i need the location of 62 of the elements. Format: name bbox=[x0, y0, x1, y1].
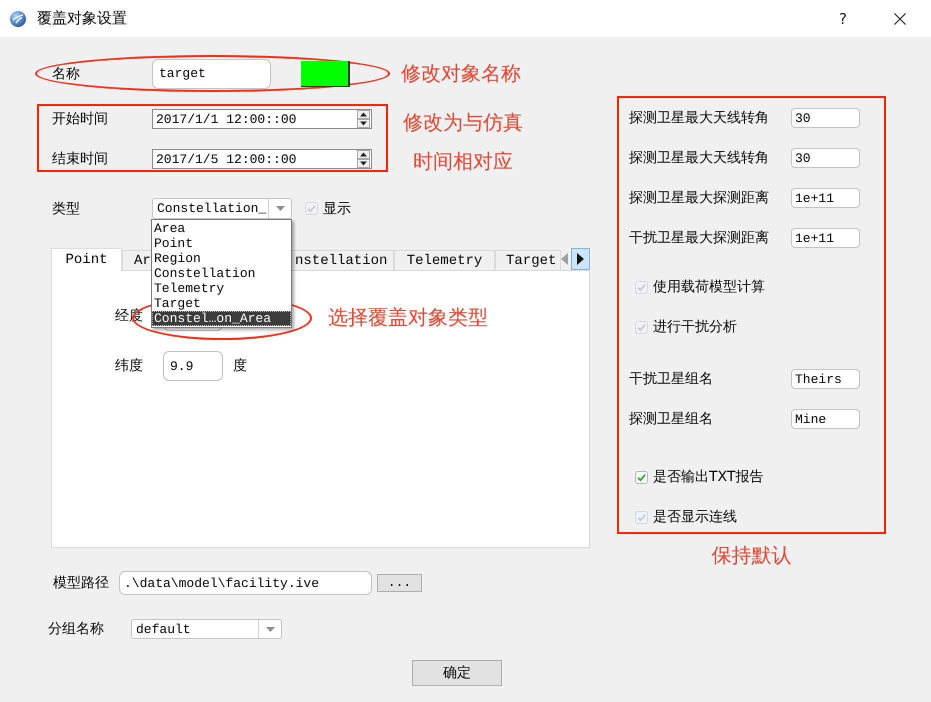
browse-button[interactable]: ... bbox=[377, 574, 422, 592]
checkbox-label: 是否输出TXT报告 bbox=[653, 468, 764, 486]
spin-arrows-icon[interactable] bbox=[357, 150, 370, 168]
field-label: 探测卫星最大天线转角 bbox=[629, 109, 770, 127]
annotation-text: 修改为与仿真时间相对应 bbox=[402, 109, 524, 175]
globe-icon bbox=[10, 10, 26, 26]
close-icon[interactable] bbox=[894, 12, 906, 24]
value-input[interactable]: 30 bbox=[791, 108, 860, 128]
value-input[interactable]: Mine bbox=[791, 409, 860, 429]
dropdown-option[interactable]: Target bbox=[152, 296, 291, 311]
tab[interactable]: nstellation bbox=[292, 250, 394, 270]
coordinate-input[interactable]: 9.9 bbox=[163, 351, 223, 381]
group-name-label: 分组名称 bbox=[48, 620, 105, 638]
dropdown-option[interactable]: Point bbox=[152, 236, 291, 251]
coordinate-label: 纬度 bbox=[115, 357, 144, 375]
model-path-label: 模型路径 bbox=[53, 574, 110, 592]
caret-down-icon[interactable] bbox=[266, 626, 274, 632]
dropdown-option[interactable]: Telemetry bbox=[152, 281, 291, 296]
type-label: 类型 bbox=[52, 200, 81, 218]
time-label: 开始时间 bbox=[52, 110, 109, 128]
checkbox-label: 是否显示连线 bbox=[653, 508, 737, 526]
caret-down-icon[interactable] bbox=[276, 206, 284, 211]
tab[interactable]: Ar bbox=[122, 250, 152, 270]
ok-button[interactable]: 确定 bbox=[412, 660, 502, 686]
checkbox-label: 使用载荷模型计算 bbox=[653, 278, 765, 296]
window-title: 覆盖对象设置 bbox=[37, 9, 127, 28]
tab[interactable]: Telemetry bbox=[394, 250, 495, 270]
tab[interactable]: Target bbox=[495, 250, 561, 270]
group-dropdown[interactable]: default bbox=[131, 619, 282, 639]
unit-label: 度 bbox=[233, 357, 247, 375]
field-label: 探测卫星最大天线转角 bbox=[629, 149, 770, 167]
field-label: 干扰卫星组名 bbox=[629, 370, 714, 388]
value-input[interactable]: Theirs bbox=[791, 369, 860, 389]
annotation-text: 修改对象名称 bbox=[401, 60, 521, 87]
dropdown-option[interactable]: Constel…on_Area bbox=[152, 311, 291, 326]
spin-arrows-icon[interactable] bbox=[357, 110, 370, 128]
tab[interactable]: Point bbox=[51, 248, 122, 271]
model-path-input[interactable]: .\data\model\facility.ive bbox=[119, 571, 372, 595]
tab-scroll-right-button[interactable] bbox=[571, 248, 590, 270]
value-input[interactable]: 30 bbox=[791, 148, 860, 168]
color-swatch-icon[interactable] bbox=[301, 60, 350, 86]
dropdown-option[interactable]: Area bbox=[152, 221, 291, 236]
type-dropdown[interactable]: Constellation_ bbox=[152, 198, 292, 219]
annotation-text: 选择覆盖对象类型 bbox=[328, 305, 488, 329]
datetime-field[interactable]: 2017/1/1 12:00::00 bbox=[152, 109, 372, 129]
field-label: 探测卫星最大探测距离 bbox=[629, 189, 770, 207]
checkbox-label: 进行干扰分析 bbox=[653, 318, 737, 336]
time-label: 结束时间 bbox=[52, 150, 109, 168]
value-input[interactable]: 1e+11 bbox=[791, 188, 860, 208]
field-label: 干扰卫星最大探测距离 bbox=[629, 229, 770, 247]
help-button[interactable]: ? bbox=[820, 0, 866, 37]
dropdown-option[interactable]: Constellation bbox=[152, 266, 291, 281]
field-label: 探测卫星组名 bbox=[629, 410, 714, 428]
checkbox-label: 显示 bbox=[323, 200, 351, 218]
annotation-text: 保持默认 bbox=[710, 542, 792, 569]
value-input[interactable]: 1e+11 bbox=[791, 228, 860, 248]
caret-right-icon[interactable] bbox=[577, 253, 584, 265]
dropdown-option[interactable]: Region bbox=[152, 251, 291, 266]
name-input[interactable]: target bbox=[152, 58, 271, 88]
name-label: 名称 bbox=[52, 64, 81, 82]
datetime-field[interactable]: 2017/1/5 12:00::00 bbox=[152, 149, 372, 169]
checkbox[interactable] bbox=[635, 470, 648, 484]
